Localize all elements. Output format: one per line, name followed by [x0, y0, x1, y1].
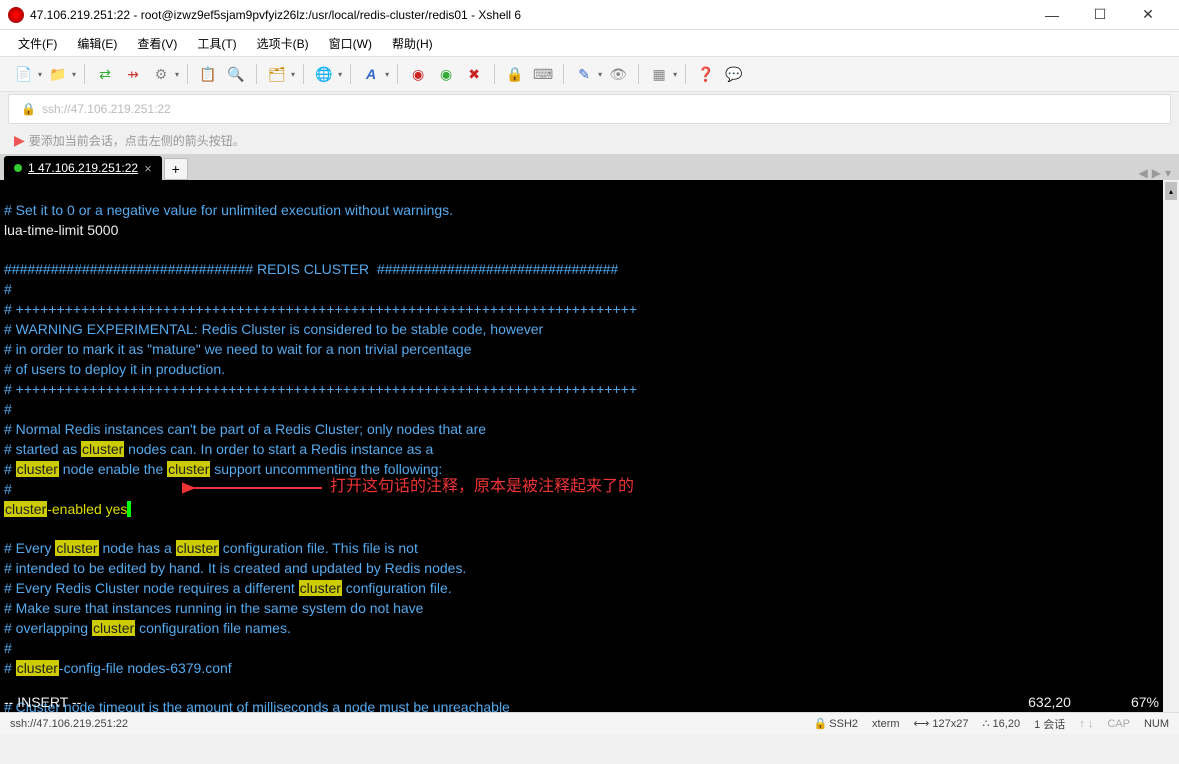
dropdown-icon[interactable]: ▾: [598, 70, 602, 79]
feedback-icon[interactable]: 💬: [722, 62, 746, 86]
dropdown-icon[interactable]: ▾: [673, 70, 677, 79]
terminal-content: # Set it to 0 or a negative value for un…: [0, 180, 1179, 712]
dropdown-icon[interactable]: ▾: [72, 70, 76, 79]
tab-close-button[interactable]: ×: [144, 161, 152, 176]
tab-add-button[interactable]: +: [164, 158, 188, 180]
status-dot-icon: [14, 164, 22, 172]
menu-view[interactable]: 查看(V): [137, 35, 177, 52]
window-title: 47.106.219.251:22 - root@izwz9ef5sjam9pv…: [30, 8, 1029, 22]
minimize-button[interactable]: —: [1029, 1, 1075, 29]
properties-icon[interactable]: ⚙: [149, 62, 173, 86]
cursor: [127, 501, 131, 517]
dropdown-icon[interactable]: ▾: [175, 70, 179, 79]
search-icon[interactable]: 🔍: [224, 62, 248, 86]
hint-text: 要添加当前会话，点击左侧的箭头按钮。: [29, 132, 245, 149]
vim-mode: -- INSERT --: [4, 694, 1028, 710]
status-ssh: SSH2: [829, 718, 858, 730]
maximize-button[interactable]: ☐: [1077, 1, 1123, 29]
copy-icon[interactable]: 📋: [196, 62, 220, 86]
status-bar: ssh://47.106.219.251:22 🔒SSH2 xterm ⟷ 12…: [0, 712, 1179, 734]
menu-edit[interactable]: 编辑(E): [77, 35, 117, 52]
green-circle-icon[interactable]: ◉: [434, 62, 458, 86]
reconnect-icon[interactable]: ⇄: [93, 62, 117, 86]
address-url: ssh://47.106.219.251:22: [42, 102, 1158, 116]
tab-nav-right[interactable]: ▶: [1152, 166, 1161, 180]
edit-icon[interactable]: ✎: [572, 62, 596, 86]
lock-icon[interactable]: 🔒: [503, 62, 527, 86]
menu-tools[interactable]: 工具(T): [197, 35, 236, 52]
font-icon[interactable]: A: [359, 62, 383, 86]
scroll-up-button[interactable]: ▴: [1165, 182, 1177, 200]
ssh-lock-icon: 🔒: [814, 718, 828, 730]
dropdown-icon[interactable]: ▾: [385, 70, 389, 79]
folder-icon[interactable]: 📁: [46, 62, 70, 86]
menu-help[interactable]: 帮助(H): [392, 35, 433, 52]
grid-icon[interactable]: ▦: [647, 62, 671, 86]
vim-position: 632,20: [1028, 694, 1071, 710]
menu-window[interactable]: 窗口(W): [329, 35, 372, 52]
color-folder-icon[interactable]: 🗂: [265, 62, 289, 86]
status-sessions: 1 会话: [1034, 716, 1065, 732]
status-num: NUM: [1144, 718, 1169, 730]
keyboard-icon[interactable]: ⌨: [531, 62, 555, 86]
tab-bar: 1 47.106.219.251:22 × + ◀ ▶ ▾: [0, 154, 1179, 180]
tab-label: 1 47.106.219.251:22: [28, 161, 138, 175]
hint-bar: ▶ 要添加当前会话，点击左侧的箭头按钮。: [0, 126, 1179, 154]
tab-nav-left[interactable]: ◀: [1139, 166, 1148, 180]
close-button[interactable]: ✕: [1125, 1, 1171, 29]
status-path: ssh://47.106.219.251:22: [10, 718, 800, 730]
down-arrow-icon[interactable]: ↓: [1088, 718, 1094, 730]
flag-icon: ▶: [14, 132, 25, 149]
red-circle-icon[interactable]: ◉: [406, 62, 430, 86]
status-cap: CAP: [1107, 718, 1130, 730]
dropdown-icon[interactable]: ▾: [338, 70, 342, 79]
lock-icon: 🔒: [21, 102, 36, 116]
globe-icon[interactable]: 🌐: [312, 62, 336, 86]
eye-icon[interactable]: 👁: [606, 62, 630, 86]
new-icon[interactable]: 📄: [12, 62, 36, 86]
x-icon[interactable]: ✖: [462, 62, 486, 86]
help-icon[interactable]: ❓: [694, 62, 718, 86]
menu-tabs[interactable]: 选项卡(B): [257, 35, 309, 52]
status-cursor: 16,20: [993, 718, 1021, 730]
disconnect-icon[interactable]: ⇸: [121, 62, 145, 86]
session-tab[interactable]: 1 47.106.219.251:22 ×: [4, 156, 162, 180]
status-size: 127x27: [932, 718, 968, 730]
up-arrow-icon[interactable]: ↑: [1079, 718, 1085, 730]
scrollbar[interactable]: ▴: [1163, 180, 1179, 712]
terminal[interactable]: # Set it to 0 or a negative value for un…: [0, 180, 1179, 712]
tab-nav-dropdown[interactable]: ▾: [1165, 166, 1171, 180]
title-bar: 47.106.219.251:22 - root@izwz9ef5sjam9pv…: [0, 0, 1179, 30]
app-icon: [8, 7, 24, 23]
address-bar[interactable]: 🔒 ssh://47.106.219.251:22: [8, 94, 1171, 124]
menu-bar: 文件(F) 编辑(E) 查看(V) 工具(T) 选项卡(B) 窗口(W) 帮助(…: [0, 30, 1179, 56]
toolbar: 📄▾ 📁▾ ⇄ ⇸ ⚙▾ 📋 🔍 🗂▾ 🌐▾ A▾ ◉ ◉ ✖ 🔒 ⌨ ✎▾ 👁…: [0, 56, 1179, 92]
vim-percent: 67%: [1131, 694, 1159, 710]
status-term: xterm: [872, 718, 900, 730]
dropdown-icon[interactable]: ▾: [38, 70, 42, 79]
menu-file[interactable]: 文件(F): [18, 35, 57, 52]
dropdown-icon[interactable]: ▾: [291, 70, 295, 79]
